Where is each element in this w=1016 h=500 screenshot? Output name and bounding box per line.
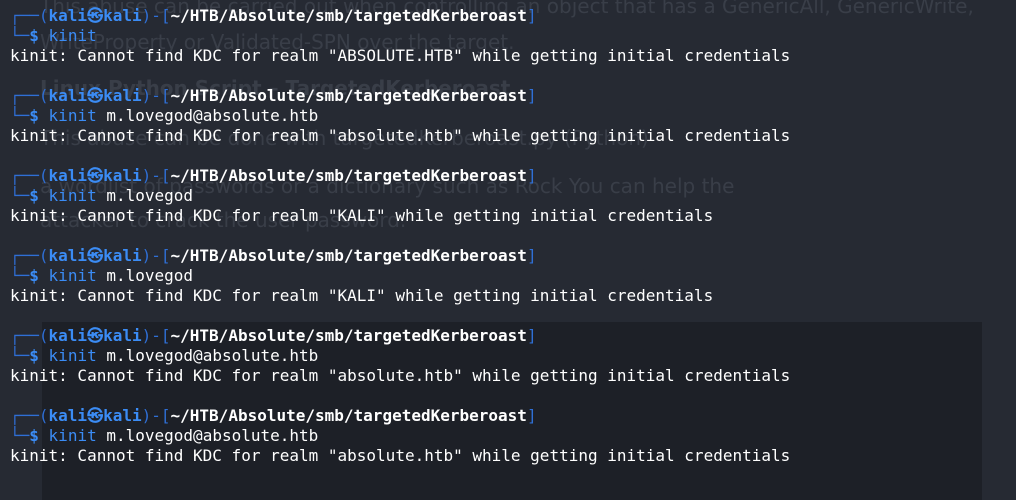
prompt-separator: )-[ bbox=[141, 326, 171, 345]
prompt-open: ┌──( bbox=[10, 246, 49, 265]
command-output: kinit: Cannot find KDC for realm "absolu… bbox=[10, 366, 791, 385]
prompt-path: ~/HTB/Absolute/smb/targetedKerberoast bbox=[170, 326, 527, 345]
prompt-close: ] bbox=[526, 86, 537, 105]
command-name: kinit bbox=[48, 426, 97, 445]
prompt-dollar: $ bbox=[29, 426, 39, 445]
prompt-dollar: $ bbox=[29, 186, 39, 205]
prompt-host: kali bbox=[103, 246, 142, 265]
prompt-path: ~/HTB/Absolute/smb/targetedKerberoast bbox=[170, 406, 527, 425]
command-argument: m.lovegod@absolute.htb bbox=[106, 106, 319, 125]
prompt-host: kali bbox=[103, 406, 142, 425]
prompt-user: kali bbox=[48, 166, 88, 185]
prompt-separator: )-[ bbox=[141, 86, 171, 105]
prompt-corner: └─ bbox=[10, 426, 30, 445]
prompt-host: kali bbox=[103, 326, 142, 345]
prompt-user: kali bbox=[48, 246, 88, 265]
prompt-host: kali bbox=[103, 86, 142, 105]
command-name: kinit bbox=[48, 106, 97, 125]
prompt-close: ] bbox=[526, 246, 537, 265]
terminal-session: ┌──(kali㉿kali)-[~/HTB/Absolute/smb/targe… bbox=[10, 406, 790, 466]
prompt-open: ┌──( bbox=[10, 166, 49, 185]
prompt-header: ┌──(kali㉿kali)-[~/HTB/Absolute/smb/targe… bbox=[10, 406, 790, 426]
command-line: └─$ kinit bbox=[10, 26, 790, 46]
prompt-open: ┌──( bbox=[10, 406, 49, 425]
prompt-user: kali bbox=[48, 6, 88, 25]
prompt-separator: )-[ bbox=[141, 6, 171, 25]
terminal-session: ┌──(kali㉿kali)-[~/HTB/Absolute/smb/targe… bbox=[10, 326, 790, 386]
command-argument: m.lovegod bbox=[106, 266, 194, 285]
prompt-close: ] bbox=[526, 166, 537, 185]
prompt-close: ] bbox=[526, 326, 537, 345]
command-name: kinit bbox=[48, 266, 97, 285]
command-name: kinit bbox=[48, 346, 97, 365]
command-line: └─$ kinit m.lovegod@absolute.htb bbox=[10, 106, 790, 126]
command-output: kinit: Cannot find KDC for realm "KALI" … bbox=[10, 286, 714, 305]
command-output: kinit: Cannot find KDC for realm "absolu… bbox=[10, 446, 791, 465]
prompt-corner: └─ bbox=[10, 346, 30, 365]
command-line: └─$ kinit m.lovegod@absolute.htb bbox=[10, 426, 790, 446]
prompt-header: ┌──(kali㉿kali)-[~/HTB/Absolute/smb/targe… bbox=[10, 246, 713, 266]
prompt-at-symbol-icon: ㉿ bbox=[87, 86, 104, 105]
command-name: kinit bbox=[48, 26, 97, 45]
prompt-header: ┌──(kali㉿kali)-[~/HTB/Absolute/smb/targe… bbox=[10, 6, 790, 26]
prompt-path: ~/HTB/Absolute/smb/targetedKerberoast bbox=[170, 166, 527, 185]
prompt-dollar: $ bbox=[29, 26, 39, 45]
prompt-at-symbol-icon: ㉿ bbox=[87, 406, 104, 425]
command-line: └─$ kinit m.lovegod bbox=[10, 266, 713, 286]
prompt-at-symbol-icon: ㉿ bbox=[87, 166, 104, 185]
command-output: kinit: Cannot find KDC for realm "ABSOLU… bbox=[10, 46, 791, 65]
prompt-separator: )-[ bbox=[141, 166, 171, 185]
prompt-open: ┌──( bbox=[10, 86, 49, 105]
prompt-dollar: $ bbox=[29, 346, 39, 365]
prompt-path: ~/HTB/Absolute/smb/targetedKerberoast bbox=[170, 6, 527, 25]
prompt-header: ┌──(kali㉿kali)-[~/HTB/Absolute/smb/targe… bbox=[10, 86, 790, 106]
prompt-corner: └─ bbox=[10, 186, 30, 205]
prompt-at-symbol-icon: ㉿ bbox=[87, 326, 104, 345]
command-output: kinit: Cannot find KDC for realm "absolu… bbox=[10, 126, 791, 145]
prompt-host: kali bbox=[103, 166, 142, 185]
prompt-open: ┌──( bbox=[10, 6, 49, 25]
prompt-separator: )-[ bbox=[141, 246, 171, 265]
terminal-window[interactable]: This abuse can be carried out when contr… bbox=[0, 0, 1016, 500]
terminal-session: ┌──(kali㉿kali)-[~/HTB/Absolute/smb/targe… bbox=[10, 86, 790, 146]
prompt-user: kali bbox=[48, 326, 88, 345]
command-argument: m.lovegod@absolute.htb bbox=[106, 346, 319, 365]
command-line: └─$ kinit m.lovegod@absolute.htb bbox=[10, 346, 790, 366]
prompt-user: kali bbox=[48, 86, 88, 105]
prompt-corner: └─ bbox=[10, 106, 30, 125]
prompt-corner: └─ bbox=[10, 266, 30, 285]
prompt-open: ┌──( bbox=[10, 326, 49, 345]
prompt-header: ┌──(kali㉿kali)-[~/HTB/Absolute/smb/targe… bbox=[10, 326, 790, 346]
prompt-corner: └─ bbox=[10, 26, 30, 45]
prompt-at-symbol-icon: ㉿ bbox=[87, 6, 104, 25]
prompt-close: ] bbox=[526, 6, 537, 25]
prompt-path: ~/HTB/Absolute/smb/targetedKerberoast bbox=[170, 246, 527, 265]
command-argument: m.lovegod@absolute.htb bbox=[106, 426, 319, 445]
prompt-separator: )-[ bbox=[141, 406, 171, 425]
command-line: └─$ kinit m.lovegod bbox=[10, 186, 713, 206]
prompt-dollar: $ bbox=[29, 106, 39, 125]
terminal-session: ┌──(kali㉿kali)-[~/HTB/Absolute/smb/targe… bbox=[10, 166, 713, 226]
prompt-header: ┌──(kali㉿kali)-[~/HTB/Absolute/smb/targe… bbox=[10, 166, 713, 186]
command-argument: m.lovegod bbox=[106, 186, 194, 205]
prompt-host: kali bbox=[103, 6, 142, 25]
prompt-dollar: $ bbox=[29, 266, 39, 285]
prompt-close: ] bbox=[526, 406, 537, 425]
prompt-path: ~/HTB/Absolute/smb/targetedKerberoast bbox=[170, 86, 527, 105]
terminal-session: ┌──(kali㉿kali)-[~/HTB/Absolute/smb/targe… bbox=[10, 6, 790, 66]
prompt-user: kali bbox=[48, 406, 88, 425]
command-output: kinit: Cannot find KDC for realm "KALI" … bbox=[10, 206, 714, 225]
terminal-session: ┌──(kali㉿kali)-[~/HTB/Absolute/smb/targe… bbox=[10, 246, 713, 306]
prompt-at-symbol-icon: ㉿ bbox=[87, 246, 104, 265]
command-name: kinit bbox=[48, 186, 97, 205]
